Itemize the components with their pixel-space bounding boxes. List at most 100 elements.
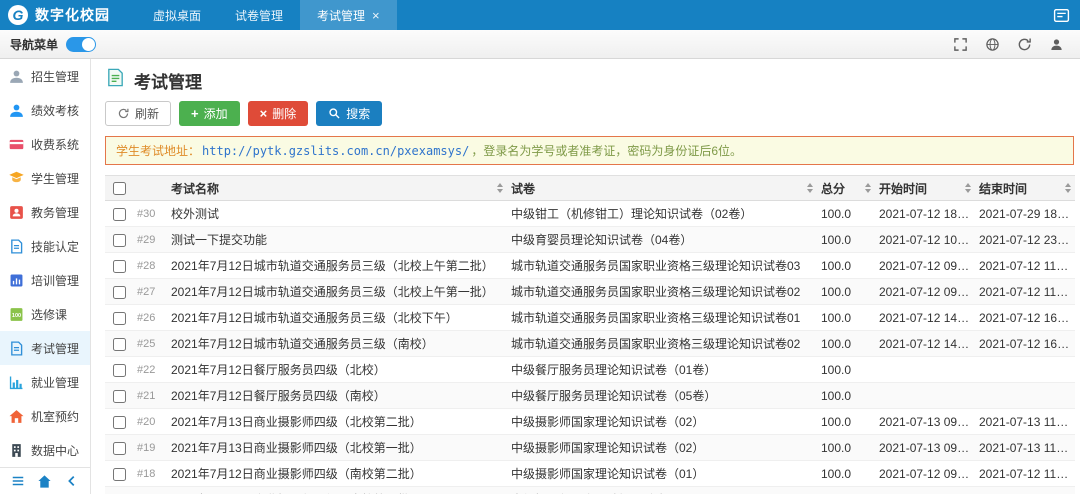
table-row[interactable]: #27 2021年7月12日城市轨道交通服务员三级（北校上午第一批） 城市轨道交通服… [105,278,1075,305]
exam-name-cell: 2021年7月12日城市轨道交通服务员三级（北校下午） [167,304,507,331]
column-label: 总分 [821,181,846,196]
table-row[interactable]: #22 2021年7月12日餐厅服务员四级（北校） 中级餐厅服务员理论知识试卷（01… [105,356,1075,383]
row-checkbox[interactable] [112,233,126,247]
exam-name-cell: 2021年7月12日城市轨道交通服务员三级（北校上午第一批） [167,278,507,305]
sidebar-item[interactable]: 收费系统 [0,127,90,161]
topbar-tab[interactable]: 试卷管理 [218,0,300,30]
sidebar-item-label: 选修课 [31,307,68,322]
exam-name-cell: 测试一下提交功能 [167,226,507,253]
table-row[interactable]: #21 2021年7月12日餐厅服务员四级（南校） 中级餐厅服务员理论知识试卷（05… [105,382,1075,409]
sub-toolbar: 导航菜单 [0,30,1080,59]
end-time-cell: 2021-07-12 16:30 [975,330,1075,357]
tab-close-icon[interactable]: × [372,9,380,22]
search-button[interactable]: 搜索 [316,101,383,126]
nav-menu-label: 导航菜单 [10,37,59,52]
score-cell: 100.0 [817,434,875,461]
id-column-header [133,175,167,201]
user-icon[interactable] [1049,37,1064,52]
nav-menu-toggle[interactable] [66,36,97,52]
sidebar-item[interactable]: 机室预约 [0,399,90,433]
sidebar-item[interactable]: 学生管理 [0,161,90,195]
start-time-cell [875,382,975,409]
row-checkbox[interactable] [112,441,126,455]
row-checkbox[interactable] [112,415,126,429]
column-header[interactable]: 试卷 [507,175,817,201]
row-checkbox[interactable] [112,311,126,325]
topbar-tab[interactable]: 考试管理 × [300,0,397,30]
refresh-button[interactable]: 刷新 [105,101,172,126]
topbar-tab[interactable]: 虚拟桌面 [136,0,218,30]
delete-button-label: 删除 [272,107,297,121]
sidebar-item-label: 技能认定 [31,239,80,254]
row-id: #17 [133,486,167,494]
column-label: 结束时间 [979,181,1028,196]
score-cell: 100.0 [817,226,875,253]
exam-url-link[interactable]: http://pytk.gzslits.com.cn/pxexamsys/ [202,144,469,158]
column-label: 试卷 [511,181,536,196]
sidebar-item[interactable]: 教务管理 [0,195,90,229]
row-checkbox[interactable] [112,259,126,273]
exam-address-notice: 学生考试地址： http://pytk.gzslits.com.cn/pxexa… [105,136,1074,165]
globe-icon[interactable] [985,37,1000,52]
start-time-cell: 2021-07-12 09:00 [875,252,975,279]
exam-name-cell: 2021年7月12日城市轨道交通服务员三级（南校） [167,330,507,357]
paper-cell: 中级摄影师国家理论知识试卷（02） [507,434,817,461]
search-button-label: 搜索 [346,107,371,121]
score-cell: 100.0 [817,382,875,409]
row-id: #29 [133,226,167,253]
sidebar-item[interactable]: 数据中心 [0,433,90,467]
row-checkbox[interactable] [112,363,126,377]
home-icon[interactable] [37,474,52,489]
select-all-checkbox[interactable] [112,182,126,196]
doc-icon [8,238,25,255]
exam-name-cell: 校外测试 [167,200,507,227]
table-row[interactable]: #172021年7月12日商业摄影师四级（南校第一批）中级摄影师国家理论知识试卷… [105,486,1075,494]
end-time-cell: 2021-07-13 11:00 [975,434,1075,461]
exam-table: 考试名称 试卷 总分 开始时间 结束时间 #30 校外测试 中级钳工（机修钳工）理论知识试卷… [105,175,1075,494]
row-id: #21 [133,382,167,409]
start-time-cell: 2021-07-12 14:00 [875,486,975,494]
start-time-cell [875,356,975,383]
sort-icon [865,183,871,193]
sort-icon [965,183,971,193]
menu-icon[interactable] [11,474,25,488]
column-header[interactable]: 开始时间 [875,175,975,201]
row-checkbox[interactable] [112,467,126,481]
collapse-sidebar-icon[interactable] [65,474,79,488]
table-row[interactable]: #25 2021年7月12日城市轨道交通服务员三级（南校） 城市轨道交通服务员国家职… [105,330,1075,357]
quick-panel-icon[interactable] [1053,7,1070,24]
sidebar-item[interactable]: 绩效考核 [0,93,90,127]
table-row[interactable]: #26 2021年7月12日城市轨道交通服务员三级（北校下午） 城市轨道交通服务员国… [105,304,1075,331]
sidebar-item[interactable]: 100 选修课 [0,297,90,331]
delete-button[interactable]: × 删除 [247,101,309,126]
sidebar-item[interactable]: 考试管理 [0,331,90,365]
paper-cell: 中级餐厅服务员理论知识试卷（01卷） [507,356,817,383]
sidebar-item[interactable]: 培训管理 [0,263,90,297]
column-header[interactable]: 考试名称 [167,175,507,201]
table-row[interactable]: #19 2021年7月13日商业摄影师四级（北校第一批） 中级摄影师国家理论知识试卷… [105,434,1075,461]
student-icon [8,170,25,187]
column-header[interactable]: 结束时间 [975,175,1075,201]
table-row[interactable]: #30 校外测试 中级钳工（机修钳工）理论知识试卷（02卷） 100.0 2021-07… [105,200,1075,227]
row-checkbox[interactable] [112,337,126,351]
add-button[interactable]: + 添加 [179,101,240,126]
row-checkbox[interactable] [112,207,126,221]
main-panel: 考试管理 刷新 + 添加 × 删除 搜索 学生考试地址： http://pytk… [91,59,1080,494]
column-header[interactable]: 总分 [817,175,875,201]
table-row[interactable]: #18 2021年7月12日商业摄影师四级（南校第二批） 中级摄影师国家理论知识试卷… [105,460,1075,487]
exam-name-cell: 2021年7月12日餐厅服务员四级（南校） [167,382,507,409]
end-time-cell: 2021-07-13 11:00 [975,408,1075,435]
sidebar-item-label: 考试管理 [31,341,80,356]
table-row[interactable]: #28 2021年7月12日城市轨道交通服务员三级（北校上午第二批） 城市轨道交通服… [105,252,1075,279]
refresh-icon[interactable] [1017,37,1032,52]
sidebar-item[interactable]: 技能认定 [0,229,90,263]
table-row[interactable]: #20 2021年7月13日商业摄影师四级（北校第二批） 中级摄影师国家理论知识试卷… [105,408,1075,435]
row-checkbox[interactable] [112,389,126,403]
column-label: 考试名称 [171,181,220,196]
fullscreen-icon[interactable] [953,37,968,52]
sidebar-item[interactable]: 就业管理 [0,365,90,399]
table-row[interactable]: #29 测试一下提交功能 中级育婴员理论知识试卷（04卷） 100.0 2021-07-… [105,226,1075,253]
paper-cell: 中级摄影师国家理论知识试卷（02） [507,408,817,435]
row-checkbox[interactable] [112,285,126,299]
sidebar-item[interactable]: 招生管理 [0,59,90,93]
